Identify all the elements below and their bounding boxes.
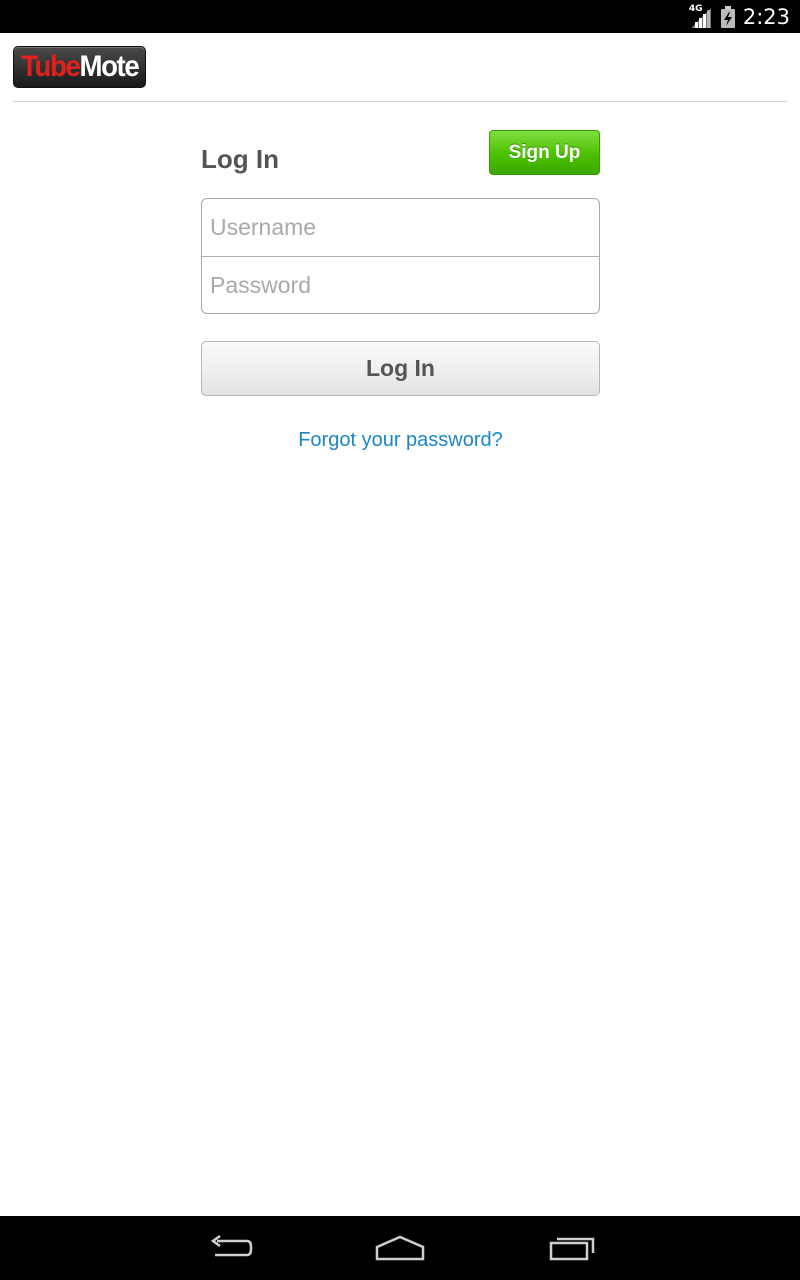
battery-charging-icon [720, 5, 735, 28]
log-in-button[interactable]: Log In [201, 341, 600, 396]
clock: 2:23 [742, 4, 790, 29]
logo-part-1: Tube [20, 50, 81, 83]
status-icons: 4G 2:23 [689, 0, 790, 33]
sign-up-button[interactable]: Sign Up [489, 130, 600, 175]
home-button[interactable] [360, 1228, 440, 1268]
back-icon [210, 1235, 253, 1257]
system-nav-bar [0, 1216, 800, 1280]
back-button[interactable] [190, 1228, 270, 1268]
header-divider [13, 101, 787, 102]
home-icon [375, 1235, 425, 1261]
status-bar: 4G 2:23 [0, 0, 800, 33]
recent-apps-icon [549, 1237, 595, 1261]
logo-text: TubeMote [20, 50, 140, 83]
logo-part-2: Mote [79, 50, 139, 83]
password-input[interactable] [202, 257, 599, 313]
page-title: Log In [201, 144, 279, 174]
forgot-password-link[interactable]: Forgot your password? [201, 429, 600, 452]
username-input[interactable] [202, 199, 599, 256]
credentials-group [201, 198, 600, 314]
signal-icon: 4G [688, 3, 713, 28]
app-header: TubeMote [0, 33, 800, 102]
recent-apps-button[interactable] [532, 1228, 612, 1268]
tubemote-logo: TubeMote [13, 46, 146, 88]
network-type-label: 4G [688, 3, 703, 14]
